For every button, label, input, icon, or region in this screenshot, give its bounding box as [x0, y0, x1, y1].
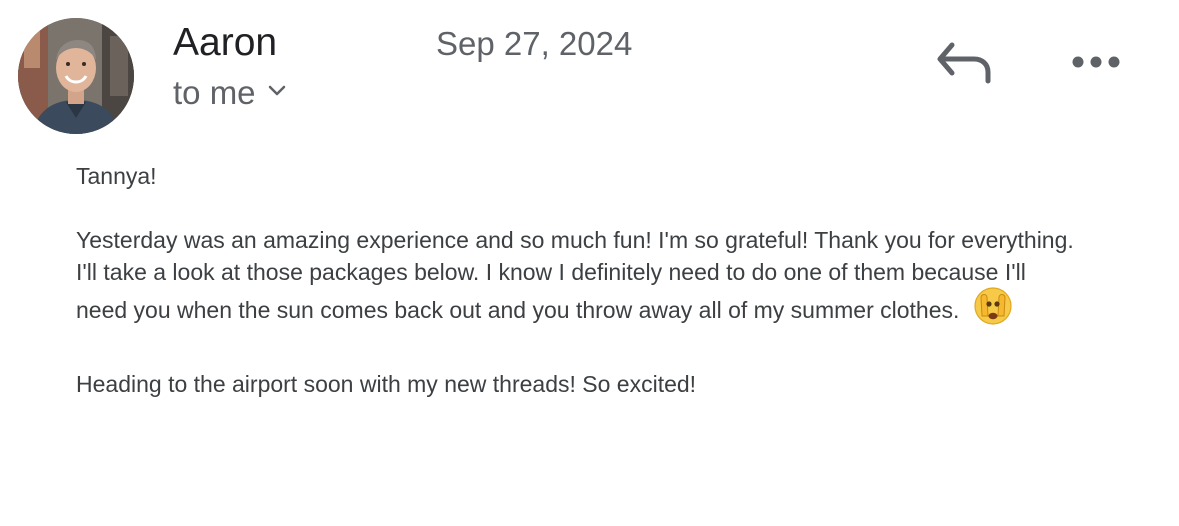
reply-icon: [934, 39, 992, 90]
reply-button[interactable]: [928, 38, 998, 90]
message-date: Sep 27, 2024: [436, 25, 633, 62]
more-options-button[interactable]: [1062, 44, 1130, 84]
avatar-photo: [18, 18, 134, 134]
message-paragraph: Yesterday was an amazing experience and …: [76, 224, 1076, 336]
message-greeting: Tannya!: [76, 163, 157, 189]
recipient-label: to me: [173, 74, 256, 111]
message-paragraph-text: Yesterday was an amazing experience and …: [76, 227, 1074, 324]
message-body: Tannya! Yesterday was an amazing experie…: [76, 160, 1076, 400]
chevron-down-icon: [268, 84, 286, 102]
message-paragraph: Heading to the airport soon with my new …: [76, 371, 697, 397]
face-with-hand-over-eyes-emoji: [973, 286, 1013, 334]
recipient-details-toggle[interactable]: to me: [173, 72, 286, 114]
sender-name[interactable]: Aaron: [173, 20, 277, 66]
sender-avatar[interactable]: [18, 18, 134, 134]
more-horizontal-icon: [1070, 55, 1122, 74]
